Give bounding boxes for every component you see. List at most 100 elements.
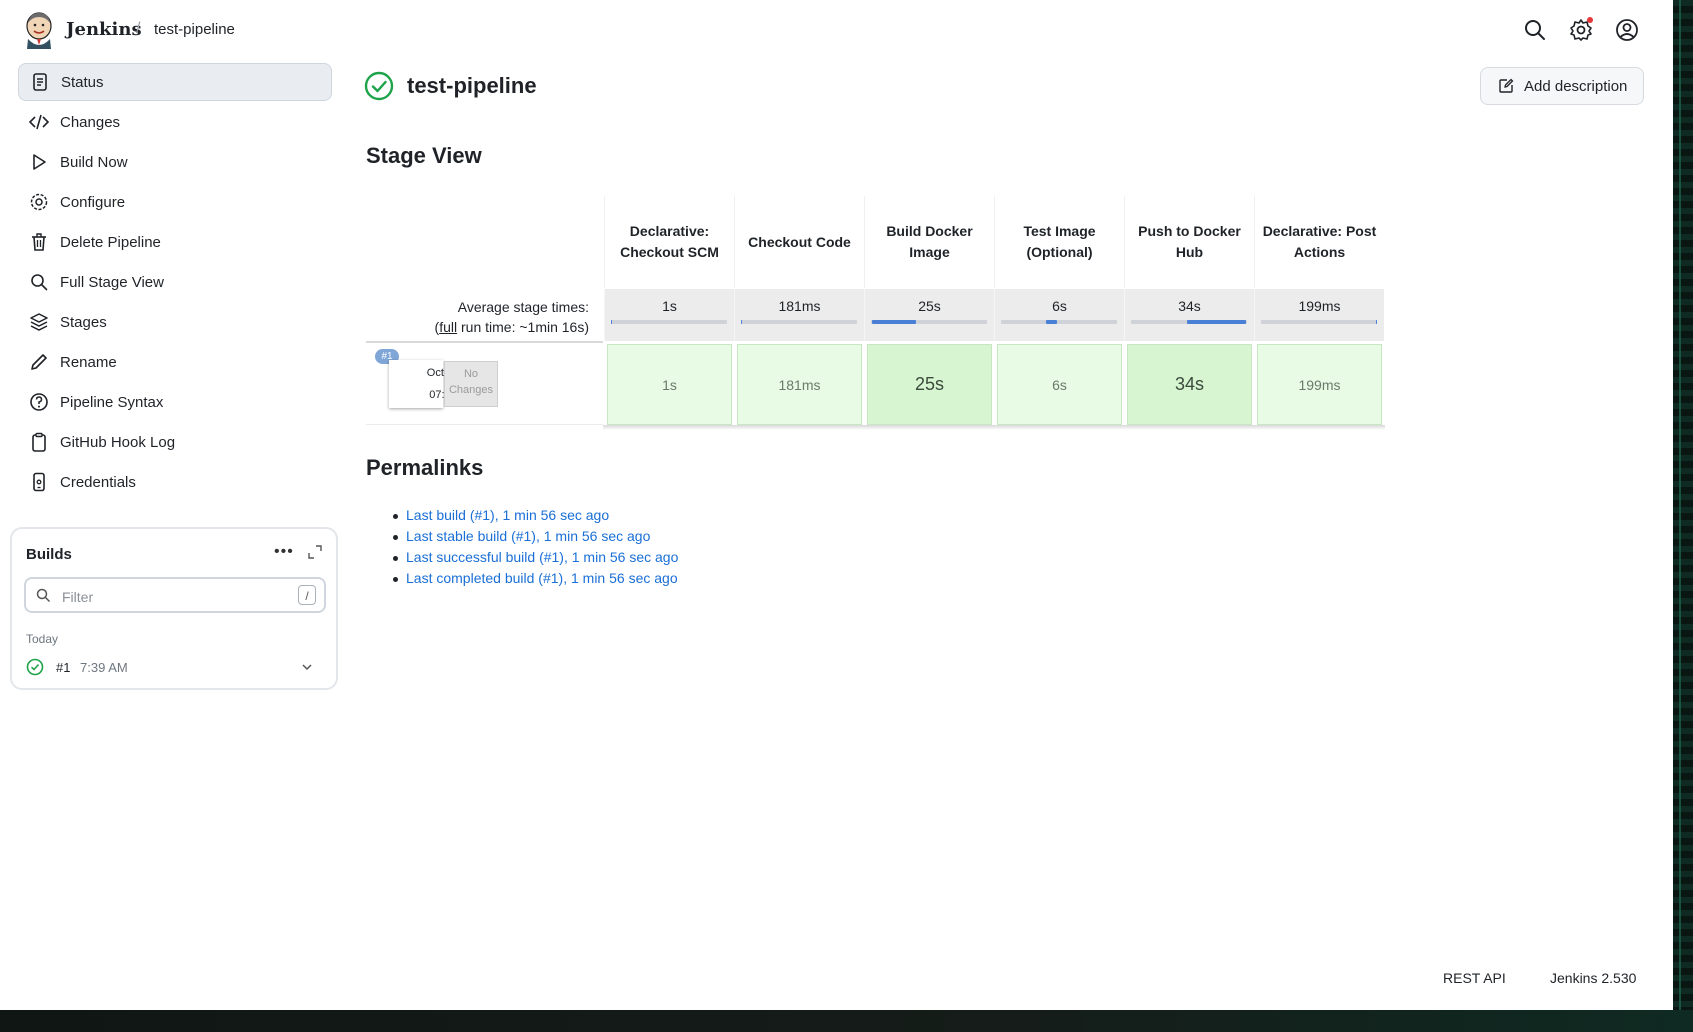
sidebar-item-label: Full Stage View (60, 273, 164, 291)
stage-average-time: 34s (1178, 298, 1201, 314)
stage-run-cell[interactable]: 1s (607, 344, 732, 425)
pencil-icon (28, 351, 50, 373)
build-list-item[interactable]: #1 7:39 AM (24, 655, 326, 679)
permalink-link[interactable]: Last completed build (#1), 1 min 56 sec … (406, 570, 678, 586)
search-icon (28, 271, 50, 293)
builds-title: Builds (26, 546, 72, 563)
full-run-time-link[interactable]: full (439, 319, 457, 335)
sidebar-item-label: Credentials (60, 473, 136, 491)
permalink-item: Last successful build (#1), 1 min 56 sec… (366, 547, 678, 568)
builds-panel: Builds ••• / Today #1 7:39 AM (10, 527, 338, 690)
document-icon (29, 71, 51, 93)
help-icon (28, 391, 50, 413)
permalinks-title: Permalinks (366, 455, 484, 480)
stage-table-shadow (603, 425, 1385, 430)
no-changes-box[interactable]: No Changes (444, 361, 498, 407)
sidebar-item-label: Delete Pipeline (60, 233, 161, 251)
builds-filter[interactable]: / (24, 577, 326, 613)
stage-progress-fill (1186, 320, 1246, 324)
permalink-item: Last build (#1), 1 min 56 sec ago (366, 505, 678, 526)
sidebar-item-stages[interactable]: Stages (18, 303, 332, 341)
sidebar-item-credentials[interactable]: Credentials (18, 463, 332, 501)
settings-icon[interactable] (1568, 17, 1594, 43)
stage-header: Declarative: Post Actions (1254, 196, 1384, 288)
jenkins-logo-icon[interactable] (24, 11, 54, 49)
rest-api-link[interactable]: REST API (1443, 970, 1506, 986)
stage-progress-fill (1046, 320, 1057, 324)
average-label-line1: Average stage times: (457, 299, 589, 315)
phone-icon (28, 471, 50, 493)
brand-name[interactable]: Jenkins (66, 19, 142, 40)
stage-run-cell[interactable]: 199ms (1257, 344, 1382, 425)
stage-average-cell: 25s (864, 289, 994, 341)
stage-average-time: 6s (1052, 298, 1067, 314)
search-icon (36, 588, 51, 603)
sidebar-item-build-now[interactable]: Build Now (18, 143, 332, 181)
desktop-background-edge (1673, 0, 1693, 1032)
breadcrumb-item[interactable]: test-pipeline (154, 21, 235, 38)
sidebar-item-label: Build Now (60, 153, 128, 171)
stage-run-cell[interactable]: 25s (867, 344, 992, 425)
jenkins-version-link[interactable]: Jenkins 2.530 (1550, 970, 1636, 986)
stage-average-cell: 199ms (1254, 289, 1384, 341)
sidebar-item-full-stage-view[interactable]: Full Stage View (18, 263, 332, 301)
more-options-icon[interactable]: ••• (274, 543, 294, 561)
page-header: Jenkins / test-pipeline (0, 0, 1673, 60)
sidebar-item-label: Changes (60, 113, 121, 131)
stage-run-cell[interactable]: 6s (997, 344, 1122, 425)
permalink-link[interactable]: Last successful build (#1), 1 min 56 sec… (406, 549, 678, 565)
build-number[interactable]: #1 (56, 660, 70, 675)
user-icon[interactable] (1614, 17, 1640, 43)
stage-progress-bar (611, 320, 727, 324)
stage-header: Test Image (Optional) (994, 196, 1124, 288)
sidebar-item-label: Configure (60, 193, 126, 211)
stage-header: Declarative: Checkout SCM (604, 196, 734, 288)
filter-input[interactable] (60, 585, 284, 609)
add-description-button[interactable]: Add description (1480, 67, 1644, 105)
sidebar-item-label: GitHub Hook Log (60, 433, 176, 451)
stage-header: Push to Docker Hub (1124, 196, 1254, 288)
desktop-background-bottom (0, 1010, 1693, 1032)
stage-average-cell: 181ms (734, 289, 864, 341)
row-divider (366, 424, 603, 425)
permalink-item: Last completed build (#1), 1 min 56 sec … (366, 568, 678, 589)
code-icon (28, 111, 50, 133)
layers-icon (28, 311, 50, 333)
trash-icon (28, 231, 50, 253)
sidebar-item-status[interactable]: Status (18, 63, 332, 101)
stage-average-cell: 1s (604, 289, 734, 341)
build-time: 7:39 AM (80, 660, 128, 675)
stage-progress-fill (611, 320, 613, 324)
stage-run-cell[interactable]: 34s (1127, 344, 1252, 425)
sidebar-item-pipeline-syntax[interactable]: Pipeline Syntax (18, 383, 332, 421)
browser-window: Jenkins / test-pipeline Status Changes B… (0, 0, 1673, 1010)
stage-run-cell[interactable]: 181ms (737, 344, 862, 425)
edit-icon (1499, 78, 1514, 93)
sidebar-item-delete-pipeline[interactable]: Delete Pipeline (18, 223, 332, 261)
gear-icon (28, 191, 50, 213)
stage-average-time: 199ms (1298, 298, 1341, 314)
permalinks-list: Last build (#1), 1 min 56 sec ago Last st… (366, 505, 678, 589)
stage-average-time: 25s (918, 298, 941, 314)
expand-icon[interactable] (307, 544, 323, 560)
permalink-item: Last stable build (#1), 1 min 56 sec ago (366, 526, 678, 547)
stage-progress-bar (1261, 320, 1377, 324)
sidebar-item-rename[interactable]: Rename (18, 343, 332, 381)
stage-progress-bar (741, 320, 857, 324)
sidebar-item-github-hook-log[interactable]: GitHub Hook Log (18, 423, 332, 461)
add-description-label: Add description (1524, 77, 1628, 95)
permalink-link[interactable]: Last stable build (#1), 1 min 56 sec ago (406, 528, 650, 544)
sidebar-item-changes[interactable]: Changes (18, 103, 332, 141)
stage-header: Build Docker Image (864, 196, 994, 288)
stage-progress-fill (1375, 320, 1377, 324)
breadcrumb-separator: / (136, 20, 141, 37)
search-icon[interactable] (1522, 17, 1548, 43)
stage-view-title: Stage View (366, 143, 482, 168)
build-date-box[interactable]: Oct 08 07:39 (389, 360, 459, 408)
clipboard-icon (28, 431, 50, 453)
sidebar-item-configure[interactable]: Configure (18, 183, 332, 221)
average-stage-times-label: Average stage times: (full run time: ~1m… (366, 297, 589, 337)
permalink-link[interactable]: Last build (#1), 1 min 56 sec ago (406, 507, 609, 523)
build-group-label: Today (26, 632, 59, 646)
chevron-down-icon[interactable] (300, 660, 314, 674)
